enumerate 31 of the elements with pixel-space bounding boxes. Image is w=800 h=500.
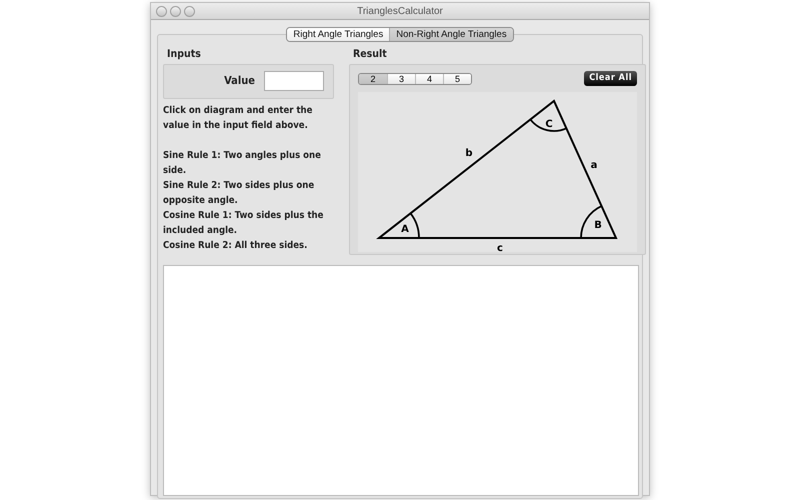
tab[interactable]: Non-Right Angle Triangles: [389, 28, 513, 41]
side-label[interactable]: a: [590, 160, 598, 172]
zoom-button[interactable]: [184, 6, 195, 17]
value-field[interactable]: [264, 71, 324, 92]
triangle-drawing[interactable]: [376, 100, 618, 240]
instruction-text: Cosine Rule 1: Two sides plus the included angle.: [163, 208, 324, 238]
instruction-text: Sine Rule 1: Two angles plus one side.: [163, 148, 322, 178]
side-label[interactable]: b: [465, 148, 473, 160]
section-title: Inputs: [167, 47, 202, 62]
angle-label[interactable]: B: [594, 220, 602, 232]
window-title: TrianglesCalculator: [357, 6, 443, 16]
angle-arc: [410, 213, 420, 238]
segment-button[interactable]: 5: [443, 74, 471, 84]
tab[interactable]: Right Angle Triangles: [287, 28, 390, 41]
instruction-text: Click on diagram and enter the value in the input field above.: [163, 104, 314, 133]
segment-button[interactable]: 4: [415, 74, 443, 84]
side-label[interactable]: c: [497, 243, 503, 252]
angle-label[interactable]: C: [545, 119, 553, 130]
close-button[interactable]: [156, 6, 167, 17]
minimize-button[interactable]: [170, 6, 181, 17]
angle-arc: [530, 119, 567, 132]
instruction-text: Sine Rule 2: Two sides plus one opposite angle.: [163, 178, 316, 208]
segment-button[interactable]: 3: [387, 74, 415, 84]
field-label: Value: [224, 73, 255, 89]
clear-all-button[interactable]: Clear All: [584, 70, 637, 86]
angle-label[interactable]: A: [401, 224, 409, 236]
section-title: Result: [353, 47, 388, 62]
triangle-diagram[interactable]: b a c A B C: [358, 92, 637, 252]
instruction-text: Cosine Rule 2: All three sides.: [163, 238, 308, 253]
segment-button[interactable]: 2: [359, 74, 387, 84]
angle-arc: [580, 206, 602, 238]
